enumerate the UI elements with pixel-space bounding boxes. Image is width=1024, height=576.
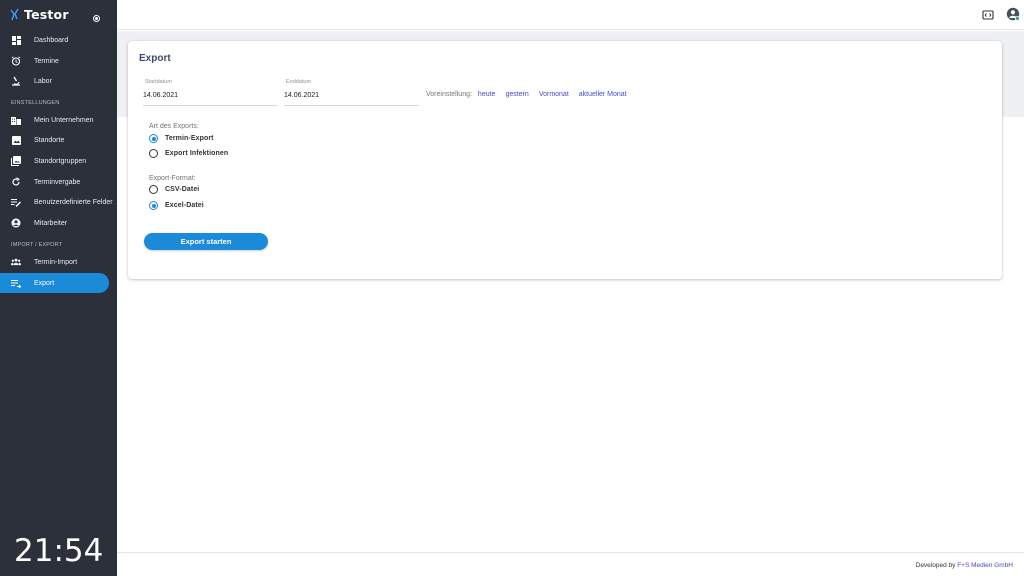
fullscreen-icon[interactable] (982, 8, 994, 26)
sidebar-item-label: Benutzerdefinierte Felder (34, 198, 113, 206)
sidebar-item-label: Standorte (34, 136, 65, 144)
radio-csv-datei[interactable]: CSV-Datei (149, 185, 199, 194)
microscope-icon (11, 76, 21, 86)
start-date-value[interactable]: 14.06.2021 (143, 92, 178, 99)
section-heading-settings: EINSTELLUNGEN (11, 100, 60, 106)
sidebar-item-standortgruppen[interactable]: Standortgruppen (0, 151, 109, 171)
account-circle-icon (11, 218, 21, 228)
sidebar-item-label: Termin-Import (34, 258, 78, 266)
start-date-label: Startdatum (145, 79, 172, 85)
sidebar-item-terminvergabe[interactable]: Terminvergabe (0, 172, 109, 192)
sidebar-item-label: Mein Unternehmen (34, 116, 94, 124)
refresh-icon (11, 177, 21, 187)
footer-prefix: Developed by (915, 562, 956, 569)
sidebar-item-termin-import[interactable]: Termin-Import (0, 252, 109, 272)
radio-unchecked-icon[interactable] (149, 185, 158, 194)
list-edit-icon (11, 197, 21, 207)
footer: Developed by F+S Medien GmbH (117, 552, 1024, 576)
sidebar-item-label: Standortgruppen (34, 157, 87, 165)
list-export-icon (11, 278, 21, 288)
start-date-field[interactable]: Startdatum 14.06.2021 (143, 79, 278, 106)
radio-label: Excel-Datei (165, 202, 204, 209)
top-bar (117, 0, 1024, 30)
sidebar-item-labor[interactable]: Labor (0, 71, 109, 91)
sidebar-item-label: Mitarbeiter (34, 219, 68, 227)
radio-termin-export[interactable]: Termin-Export (149, 134, 214, 143)
brand-name: Testor (24, 7, 69, 22)
radio-unchecked-icon[interactable] (149, 149, 158, 158)
sidebar-item-label: Dashboard (34, 36, 69, 44)
export-card: Export Startdatum 14.06.2021 Enddatum 14… (128, 41, 1002, 279)
sidebar-item-termine[interactable]: Termine (0, 51, 109, 71)
radio-excel-datei[interactable]: Excel-Datei (149, 201, 204, 210)
sidebar-item-label: Labor (34, 77, 52, 85)
export-start-button[interactable]: Export starten (144, 233, 268, 250)
sidebar-item-label: Termine (34, 57, 59, 65)
sidebar-item-benutzerdefinierte-felder[interactable]: Benutzerdefinierte Felder (0, 192, 113, 212)
image-icon (11, 135, 21, 145)
preset-today-link[interactable]: heute (478, 91, 496, 98)
building-icon (11, 115, 21, 125)
end-date-field[interactable]: Enddatum 14.06.2021 (284, 79, 419, 106)
sidebar-toggle-icon[interactable] (93, 15, 100, 22)
radio-checked-icon[interactable] (149, 134, 158, 143)
end-date-label: Enddatum (286, 79, 312, 85)
dashboard-icon (11, 35, 21, 45)
image-group-icon (11, 156, 21, 166)
sidebar: Testor Dashboard Termine Labor EINSTELLU… (0, 0, 117, 576)
sidebar-item-mitarbeiter[interactable]: Mitarbeiter (0, 213, 109, 233)
page-title: Export (139, 53, 171, 64)
preset-current-month-link[interactable]: aktueller Monat (579, 91, 627, 98)
sidebar-item-label: Terminvergabe (34, 178, 81, 186)
sidebar-item-mein-unternehmen[interactable]: Mein Unternehmen (0, 110, 109, 130)
preset-last-month-link[interactable]: Vormonat (539, 91, 569, 98)
footer-company-link[interactable]: F+S Medien GmbH (957, 562, 1013, 569)
sidebar-item-dashboard[interactable]: Dashboard (0, 30, 109, 50)
brand[interactable]: Testor (9, 7, 69, 22)
alarm-clock-icon (11, 56, 21, 66)
radio-checked-icon[interactable] (149, 201, 158, 210)
users-icon (11, 257, 21, 267)
clock: 21:54 (14, 533, 104, 569)
preset-yesterday-link[interactable]: gestern (505, 91, 528, 98)
export-format-label: Export-Format: (149, 175, 196, 182)
end-date-value[interactable]: 14.06.2021 (284, 92, 319, 99)
footer-credit: Developed by F+S Medien GmbH (916, 562, 1013, 569)
section-heading-import-export: IMPORT / EXPORT (11, 242, 63, 248)
radio-label: CSV-Datei (165, 186, 200, 193)
radio-export-infektionen[interactable]: Export Infektionen (149, 149, 228, 158)
radio-label: Termin-Export (165, 135, 214, 142)
radio-label: Export Infektionen (165, 150, 229, 157)
testor-logo-icon (10, 8, 19, 20)
preset-label: Voreinstellung: (426, 91, 472, 98)
sidebar-item-standorte[interactable]: Standorte (0, 130, 109, 150)
user-account-icon[interactable] (1006, 7, 1020, 26)
export-type-label: Art des Exports: (149, 123, 199, 130)
sidebar-item-export[interactable]: Export (0, 273, 109, 293)
preset-selector: Voreinstellung: heute gestern Vormonat a… (426, 91, 637, 98)
sidebar-item-label: Export (34, 279, 55, 287)
